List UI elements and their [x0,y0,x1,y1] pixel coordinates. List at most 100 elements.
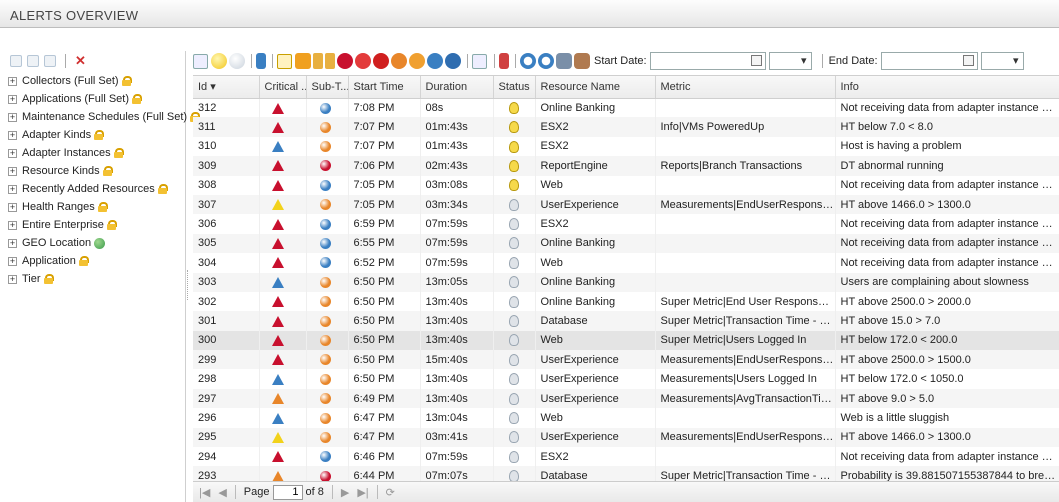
select-all-icon[interactable] [193,53,208,69]
column-header[interactable]: Duration [420,76,494,99]
bulb-gray-icon[interactable] [229,53,245,69]
expand-icon[interactable]: + [8,220,17,230]
filter-icon[interactable] [44,55,56,67]
table-row[interactable]: 295 6:47 PM 03m:41s UserExperience Measureme… [193,427,1059,448]
group-icon[interactable] [295,53,311,69]
table-row[interactable]: 300 6:50 PM 13m:40s Web Super Metric|Users L… [193,330,1059,351]
immediate-filter-icon[interactable] [355,53,371,69]
column-header[interactable]: Critical ... [259,76,307,99]
table-row[interactable]: 309 7:06 PM 02m:43s ReportEngine Reports|Bra… [193,156,1059,176]
info-filter-icon[interactable] [391,53,407,69]
expand-icon[interactable]: + [8,148,17,158]
duration-cell: 13m:40s [420,330,494,351]
table-row[interactable]: 306 6:59 PM 07m:59s ESX2 Not receiving data … [193,214,1059,234]
calendar-icon[interactable] [962,55,974,66]
table-row[interactable]: 303 6:50 PM 13m:05s Online Banking Users are… [193,272,1059,292]
report-icon[interactable] [277,53,292,69]
table-row[interactable]: 294 6:46 PM 07m:59s ESX2 Not receiving data … [193,447,1059,467]
last-page-icon[interactable]: ▶| [357,486,368,499]
search-icon[interactable] [520,53,536,69]
metric-cell: Measurements|EndUserResponseTime [655,194,836,215]
owner-icon[interactable] [574,53,590,69]
start-time-select[interactable] [768,52,812,70]
calendar-icon[interactable] [750,55,762,66]
table-row[interactable]: 312 7:08 PM 08s Online Banking Not receiving… [193,98,1059,118]
subtype-cell [306,369,349,389]
tree-item[interactable]: + Entire Enterprise [8,216,186,234]
tree-item[interactable]: + Recently Added Resources [8,180,186,198]
expand-icon[interactable]: + [8,274,17,284]
tree-item[interactable]: + Tier [8,270,186,288]
flag-icon[interactable] [499,53,509,69]
column-header[interactable]: Sub-T... [306,76,349,99]
orange-filter-icon[interactable] [409,53,425,69]
end-date-input[interactable] [880,52,978,70]
table-row[interactable]: 296 6:47 PM 13m:04s Web Web is a little slug… [193,408,1059,428]
collapse-all-icon[interactable] [27,55,39,67]
critical-filter-icon[interactable] [337,53,353,69]
expand-icon[interactable]: + [8,94,17,104]
users-icon[interactable] [556,53,572,69]
expand-icon[interactable]: + [8,76,17,86]
refresh-icon[interactable]: ⟳ [386,486,395,499]
table-row[interactable]: 293 6:44 PM 07m:07s Database Super Metric|Tr… [193,466,1059,481]
expand-icon[interactable]: + [8,202,17,212]
duration-cell: 13m:40s [420,388,494,409]
next-page-icon[interactable]: ▶ [341,486,349,499]
table-row[interactable]: 297 6:49 PM 13m:40s UserExperience Measureme… [193,388,1059,409]
column-header[interactable]: Id ▾ [193,76,260,99]
resource-name-cell: Online Banking [535,291,656,312]
table-row[interactable]: 308 7:05 PM 03m:08s Web Not receiving data f… [193,175,1059,195]
table-row[interactable]: 302 6:50 PM 13m:40s Online Banking Super Met… [193,291,1059,312]
column-header[interactable]: Metric [655,76,836,99]
table-row[interactable]: 310 7:07 PM 01m:43s ESX2 Host is having a pr… [193,136,1059,157]
bulb-yellow-icon[interactable] [211,53,227,69]
panel-splitter[interactable] [187,270,191,300]
start-date-input[interactable] [649,52,766,70]
tree-item[interactable]: + Resource Kinds [8,162,186,180]
table-row[interactable]: 298 6:50 PM 13m:40s UserExperience Measureme… [193,369,1059,389]
expand-icon[interactable]: + [8,112,17,122]
sort-desc-icon[interactable]: ▾ [207,81,216,93]
hourglass-icon[interactable] [313,53,323,69]
warning-filter-icon[interactable] [373,53,389,69]
expand-icon[interactable]: + [8,166,17,176]
tree-item[interactable]: + Maintenance Schedules (Full Set) [8,108,201,126]
table-row[interactable]: 299 6:50 PM 15m:40s UserExperience Measureme… [193,350,1059,370]
expand-icon[interactable]: + [8,256,17,266]
expand-icon[interactable]: + [8,130,17,140]
tree-item[interactable]: + Application [8,252,186,270]
tree-item[interactable]: + Adapter Instances [8,144,186,162]
blue-filter-icon[interactable] [427,53,443,69]
delete-icon[interactable]: ✕ [75,54,86,67]
table-row[interactable]: 307 7:05 PM 03m:34s UserExperience Measureme… [193,194,1059,215]
first-page-icon[interactable]: |◀ [199,486,210,499]
search-advanced-icon[interactable] [538,53,554,69]
column-header[interactable]: Info [835,76,1059,99]
hourglass-alt-icon[interactable] [325,53,335,69]
details-icon[interactable] [472,53,487,69]
column-header[interactable]: Start Time [348,76,421,99]
expand-all-icon[interactable] [10,55,22,67]
expand-icon[interactable]: + [8,184,17,194]
table-row[interactable]: 305 6:55 PM 07m:59s Online Banking Not recei… [193,233,1059,254]
column-header[interactable]: Resource Name [535,76,656,99]
table-row[interactable]: 304 6:52 PM 07m:59s Web Not receiving data f… [193,253,1059,273]
prev-page-icon[interactable]: ◀ [218,486,226,499]
expand-icon[interactable]: + [8,238,17,248]
end-time-select[interactable] [980,52,1024,70]
user-icon[interactable] [256,53,266,69]
tree-item[interactable]: + Health Ranges [8,198,186,216]
tree-item[interactable]: + GEO Location [8,234,186,252]
tree-item[interactable]: + Adapter Kinds [8,126,186,144]
alert-id: 296 [198,411,217,424]
table-row[interactable]: 311 7:07 PM 01m:43s ESX2 Info|VMs PoweredUp H… [193,117,1059,137]
page-input[interactable] [272,484,303,500]
tree-item[interactable]: + Applications (Full Set) [8,90,186,108]
blue-filter-alt-icon[interactable] [445,53,461,69]
info: Not receiving data from adapter instance… [840,179,1059,192]
column-header[interactable]: Status [493,76,536,99]
tree-item[interactable]: + Collectors (Full Set) [8,72,186,90]
criticality-warning-icon [271,412,284,424]
table-row[interactable]: 301 6:50 PM 13m:40s Database Super Metric|Tr… [193,311,1059,331]
